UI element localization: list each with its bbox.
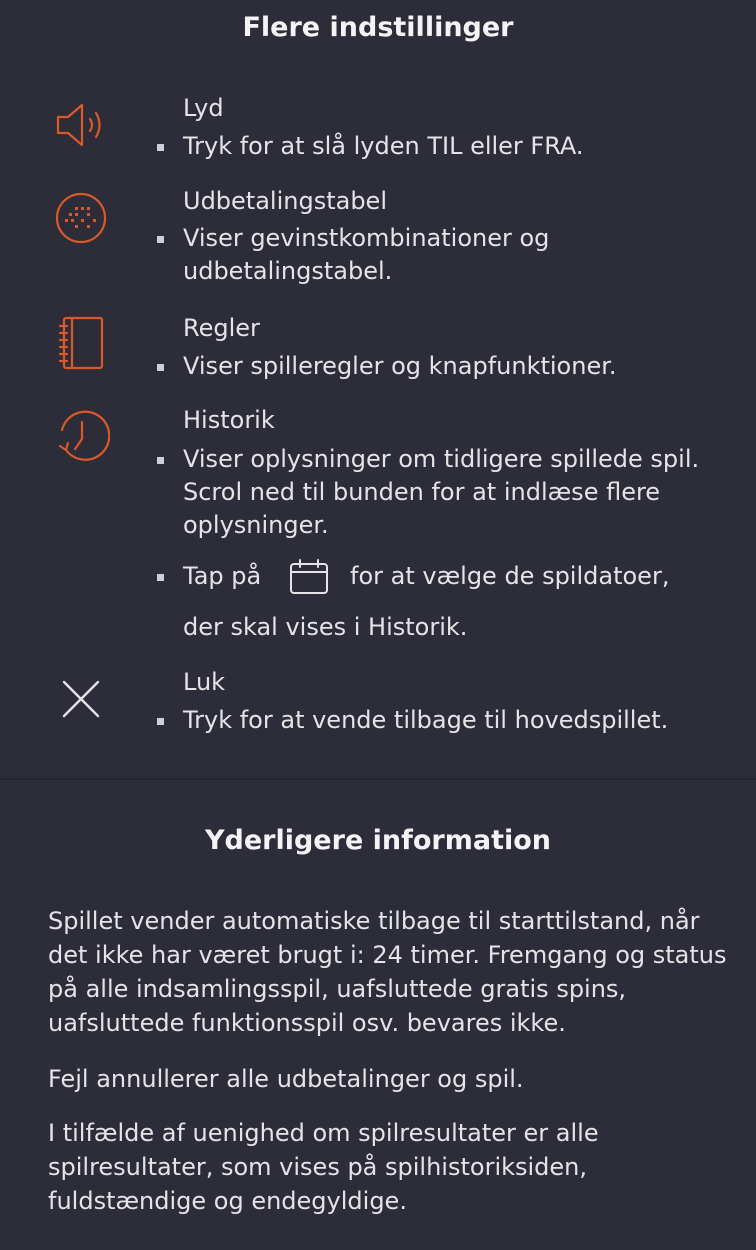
- section-divider: [0, 778, 756, 780]
- info-paragraph-2: Fejl annullerer alle udbetalinger og spi…: [48, 1065, 524, 1093]
- item-bullet-luk: Tryk for at vende tilbage til hovedspill…: [157, 704, 717, 737]
- calendar-tip-line2: der skal vises i Historik.: [183, 613, 468, 641]
- item-bullet-regler: Viser spilleregler og knapfunktioner.: [157, 350, 717, 383]
- info-title: Yderligere information: [204, 825, 552, 856]
- item-label-paytable: Udbetalingstabel: [183, 187, 387, 215]
- history-clock-icon: [52, 408, 110, 466]
- item-label-regler: Regler: [183, 314, 260, 342]
- item-bullet-historik: Viser oplysninger om tidligere spillede …: [157, 443, 717, 542]
- item-bullet-lyd: Tryk for at slå lyden TIL eller FRA.: [157, 130, 717, 163]
- calendar-icon: [289, 559, 329, 595]
- notebook-icon: [52, 314, 110, 372]
- item-label-luk: Luk: [183, 668, 226, 696]
- item-label-lyd: Lyd: [183, 94, 224, 122]
- calendar-tip-before: Tap på: [183, 562, 262, 590]
- calendar-tip-after: for at vælge de spildatoer,: [350, 562, 670, 590]
- info-paragraph-3: I tilfælde af uenighed om spilresultater…: [48, 1119, 599, 1215]
- speaker-icon: [52, 96, 110, 154]
- item-bullet-paytable: Viser gevinstkombinationer og udbetaling…: [157, 222, 597, 288]
- settings-title: Flere indstillinger: [242, 12, 514, 43]
- paytable-icon: [52, 189, 110, 247]
- close-icon: [52, 670, 110, 728]
- info-paragraph-1: Spillet vender automatiske tilbage til s…: [48, 907, 727, 1037]
- item-label-historik: Historik: [183, 406, 275, 434]
